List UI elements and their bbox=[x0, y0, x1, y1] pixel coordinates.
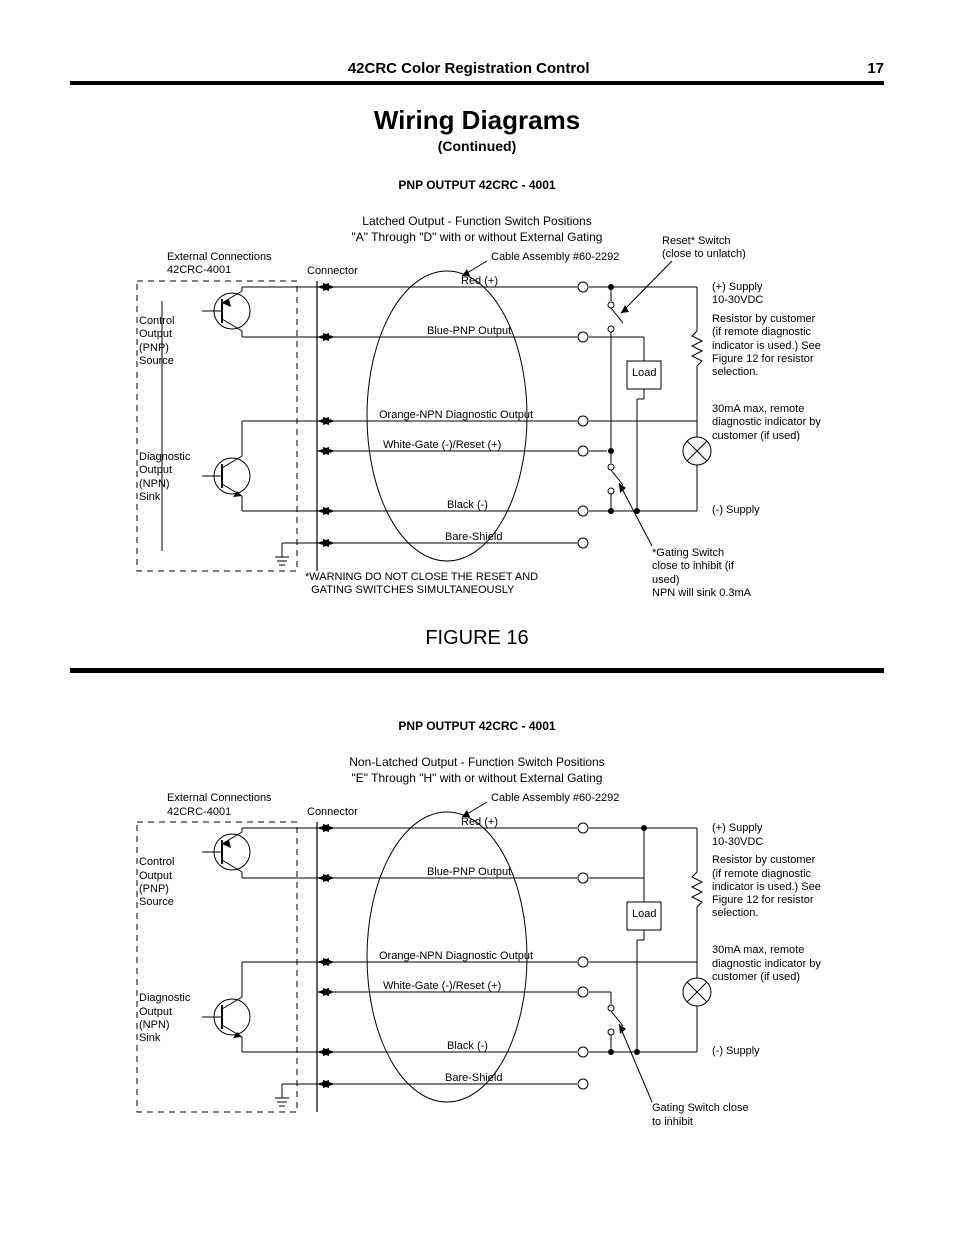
fig16-opt-line1: Latched Output - Function Switch Positio… bbox=[362, 214, 591, 228]
section-subtitle: (Continued) bbox=[70, 138, 884, 154]
fig17-diag-out: Diagnostic Output (NPN) Sink bbox=[139, 992, 190, 1045]
fig17-diag-ind: 30mA max, remote diagnostic indicator by… bbox=[712, 944, 822, 984]
section-title: Wiring Diagrams bbox=[70, 105, 884, 136]
fig16-warning: *WARNING DO NOT CLOSE THE RESET AND GATI… bbox=[305, 571, 538, 597]
fig17-red: Red (+) bbox=[461, 816, 498, 829]
fig17-ext-conn: External Connections 42CRC-4001 bbox=[167, 792, 272, 818]
fig16-red: Red (+) bbox=[461, 275, 498, 288]
fig16-opt-line2: "A" Through "D" with or without External… bbox=[352, 230, 603, 244]
fig16-gating-note: *Gating Switch close to inhibit (if used… bbox=[652, 547, 752, 600]
fig16-resistor-note: Resistor by customer (if remote diagnost… bbox=[712, 313, 822, 379]
fig17-supply-pos: (+) Supply 10-30VDC bbox=[712, 822, 763, 848]
fig17-gating-note: Gating Switch close to inhibit bbox=[652, 1102, 752, 1128]
fig17-load: Load bbox=[632, 908, 656, 921]
fig16-subheading: PNP OUTPUT 42CRC - 4001 bbox=[70, 178, 884, 192]
fig17-opt-line1: Non-Latched Output - Function Switch Pos… bbox=[349, 755, 604, 769]
fig16-diag-ind: 30mA max, remote diagnostic indicator by… bbox=[712, 403, 822, 443]
fig16-reset-sw: Reset* Switch (close to unlatch) bbox=[662, 235, 746, 261]
page-number: 17 bbox=[867, 60, 884, 77]
fig16-blue: Blue-PNP Output bbox=[427, 325, 511, 338]
fig16-caption: FIGURE 16 bbox=[70, 627, 884, 650]
fig17-option-desc: Non-Latched Output - Function Switch Pos… bbox=[70, 755, 884, 786]
section-divider bbox=[70, 668, 884, 673]
fig17-orange: Orange-NPN Diagnostic Output bbox=[379, 950, 533, 963]
fig17-subheading: PNP OUTPUT 42CRC - 4001 bbox=[70, 719, 884, 733]
fig16-diagram: External Connections 42CRC-4001 Connecto… bbox=[107, 251, 847, 621]
fig16-orange: Orange-NPN Diagnostic Output bbox=[379, 409, 533, 422]
page-header: 42CRC Color Registration Control 17 bbox=[70, 60, 884, 85]
fig16-diag-out: Diagnostic Output (NPN) Sink bbox=[139, 451, 190, 504]
fig17-bare: Bare-Shield bbox=[445, 1072, 502, 1085]
fig16-bare: Bare-Shield bbox=[445, 531, 502, 544]
fig16-option-desc: Latched Output - Function Switch Positio… bbox=[70, 214, 884, 245]
fig16-black: Black (-) bbox=[447, 499, 488, 512]
fig17-cable: Cable Assembly #60-2292 bbox=[491, 792, 619, 805]
fig17-connector-lbl: Connector bbox=[307, 806, 358, 819]
fig17-opt-line2: "E" Through "H" with or without External… bbox=[352, 771, 603, 785]
fig16-white: White-Gate (-)/Reset (+) bbox=[383, 439, 501, 452]
fig16-connector-lbl: Connector bbox=[307, 265, 358, 278]
fig16-cable: Cable Assembly #60-2292 bbox=[491, 251, 619, 264]
fig17-white: White-Gate (-)/Reset (+) bbox=[383, 980, 501, 993]
fig17-supply-neg: (-) Supply bbox=[712, 1045, 760, 1058]
fig16-supply-neg: (-) Supply bbox=[712, 504, 760, 517]
fig16-supply-pos: (+) Supply 10-30VDC bbox=[712, 281, 763, 307]
fig16-load: Load bbox=[632, 367, 656, 380]
header-title: 42CRC Color Registration Control bbox=[70, 60, 867, 77]
fig17-control-out: Control Output (PNP) Source bbox=[139, 856, 174, 909]
fig17-blue: Blue-PNP Output bbox=[427, 866, 511, 879]
fig17-resistor-note: Resistor by customer (if remote diagnost… bbox=[712, 854, 822, 920]
fig17-diagram: External Connections 42CRC-4001 Connecto… bbox=[107, 792, 847, 1132]
fig16-ext-conn: External Connections 42CRC-4001 bbox=[167, 251, 272, 277]
fig16-control-out: Control Output (PNP) Source bbox=[139, 315, 174, 368]
fig17-black: Black (-) bbox=[447, 1040, 488, 1053]
